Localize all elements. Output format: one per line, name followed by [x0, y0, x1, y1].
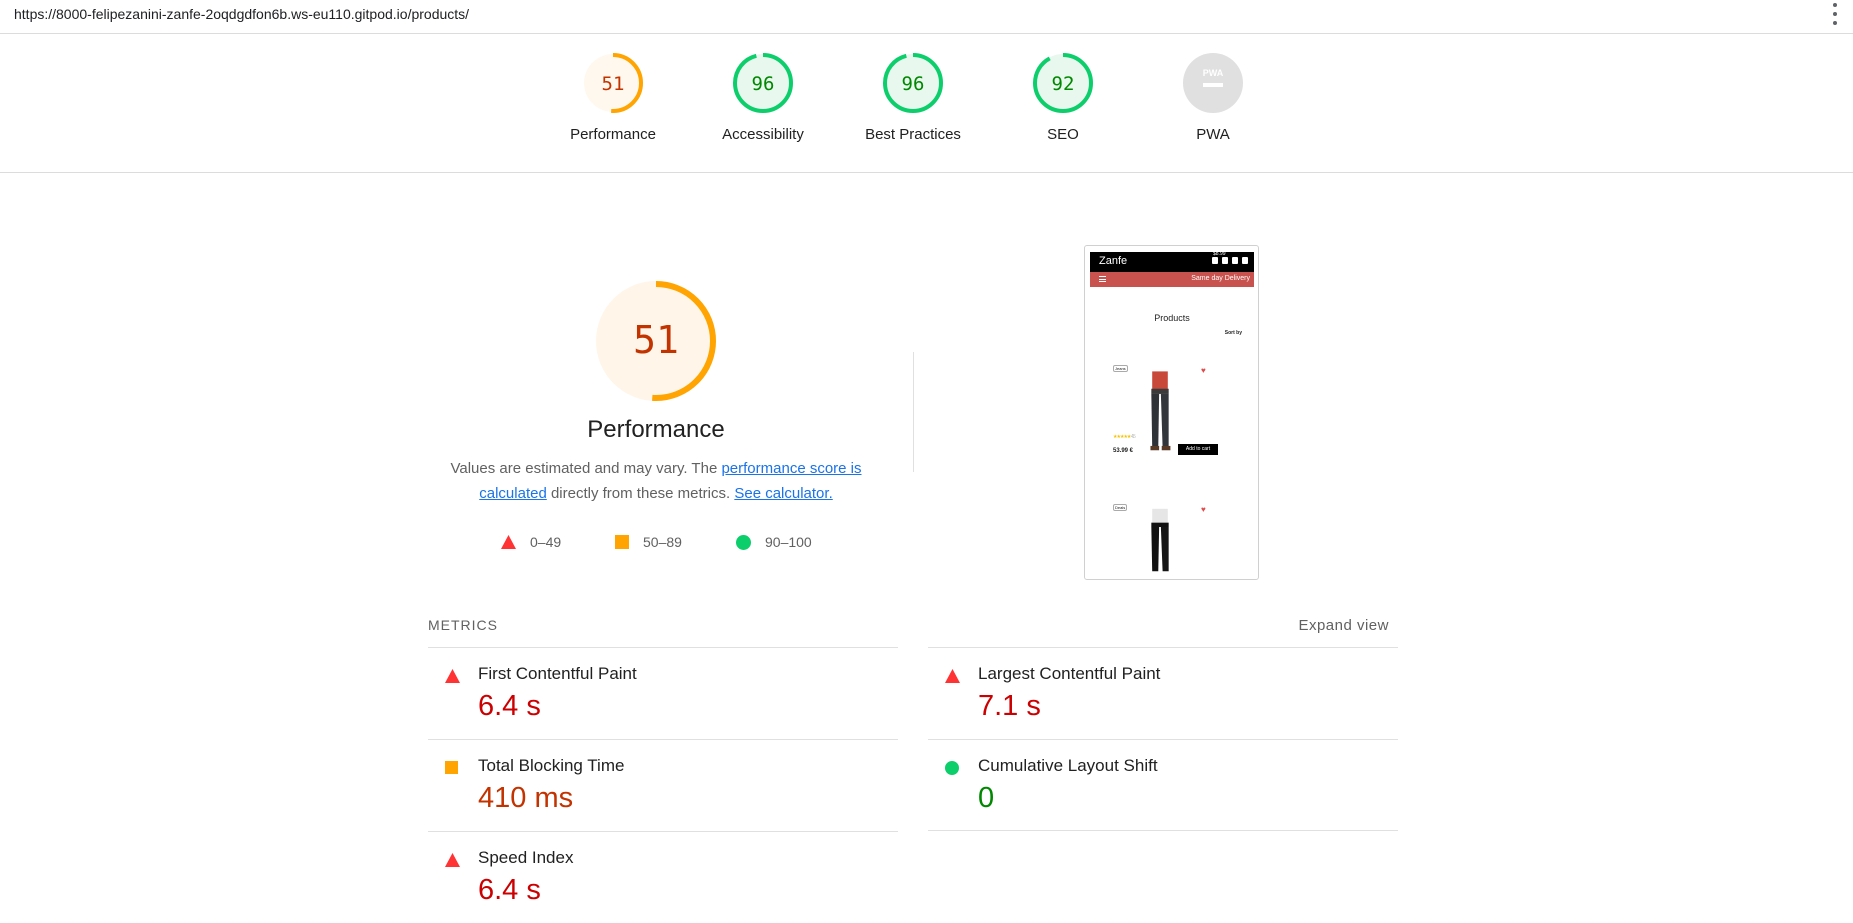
thumb-navbar: Zanfe $8.99 — [1090, 251, 1254, 272]
metric-total-blocking-time: Total Blocking Time 410 ms — [428, 739, 898, 831]
metric-name: Largest Contentful Paint — [978, 664, 1161, 683]
expand-view-toggle[interactable]: Expand view — [1298, 617, 1389, 634]
heart-icon: ♥ — [1201, 505, 1206, 514]
triangle-icon — [945, 669, 960, 683]
gauge-ring: 96 — [733, 53, 793, 113]
performance-title: Performance — [587, 416, 725, 443]
heart-icon: ♥ — [1201, 366, 1206, 375]
thumb-tag: Deals — [1113, 504, 1128, 511]
metric-name: First Contentful Paint — [478, 664, 637, 683]
metric-name: Cumulative Layout Shift — [978, 756, 1158, 775]
performance-score: 51 — [633, 318, 679, 362]
thumb-rating: ★★★★★ 4.5 — [1113, 434, 1136, 440]
triangle-icon — [445, 669, 460, 683]
gauge-label: PWA — [1196, 126, 1230, 143]
jeans-image — [1150, 371, 1171, 451]
legend-fail: 0–49 — [501, 532, 561, 552]
gauge-label: SEO — [1047, 126, 1079, 143]
performance-gauge: 51 — [596, 281, 716, 401]
gauge-accessibility[interactable]: 96 Accessibility — [698, 52, 828, 143]
square-icon — [445, 761, 458, 774]
gauge-best-practices[interactable]: 96 Best Practices — [848, 52, 978, 143]
metric-cumulative-layout-shift: Cumulative Layout Shift 0 — [928, 739, 1398, 831]
gauge-seo[interactable]: 92 SEO — [998, 52, 1128, 143]
more-options-icon[interactable] — [1831, 3, 1839, 25]
gauge-label: Performance — [570, 126, 656, 143]
circle-icon — [736, 534, 751, 550]
metric-speed-index: Speed Index 6.4 s — [428, 831, 898, 923]
metric-name: Total Blocking Time — [478, 756, 625, 775]
thumb-delivery-bar: Same day Delivery — [1090, 272, 1254, 287]
divider — [913, 352, 914, 472]
metric-value: 7.1 s — [978, 690, 1041, 722]
legend-pass: 90–100 — [736, 532, 812, 552]
gauge-label: Best Practices — [865, 126, 961, 143]
scores-header: 51 Performance 96 Accessibility 96 Best … — [0, 34, 1853, 173]
gauge-pwa[interactable]: PWA PWA — [1148, 52, 1278, 143]
performance-description: Values are estimated and may vary. The p… — [450, 460, 862, 502]
legend-average: 50–89 — [615, 532, 682, 552]
thumb-tag: Jeans — [1113, 365, 1128, 372]
svg-text:PWA: PWA — [1203, 68, 1224, 78]
metrics-title: METRICS — [428, 617, 498, 633]
url-bar: https://8000-felipezanini-zanfe-2oqdgdfo… — [0, 0, 1853, 34]
gauge-ring: 92 — [1033, 53, 1093, 113]
metrics-header: METRICS Expand view — [428, 617, 1400, 637]
gauge-label: Accessibility — [722, 126, 804, 143]
triangle-icon — [501, 535, 516, 549]
jeans-image — [1151, 508, 1169, 572]
metric-value: 0 — [978, 782, 995, 814]
thumb-price: 53.99 € — [1113, 448, 1134, 454]
gauge-ring: 51 — [583, 53, 643, 113]
metric-first-contentful-paint: First Contentful Paint 6.4 s — [428, 647, 898, 739]
gauge-performance[interactable]: 51 Performance — [548, 52, 678, 143]
gauge-ring: 96 — [883, 53, 943, 113]
metric-value: 6.4 s — [478, 874, 541, 906]
metric-value: 6.4 s — [478, 690, 541, 722]
gauge-score: 51 — [602, 73, 625, 95]
circle-icon — [945, 761, 959, 775]
metric-value: 410 ms — [478, 782, 574, 814]
thumb-heading: Products — [1154, 313, 1190, 323]
see-calculator-link[interactable]: See calculator. — [734, 485, 832, 502]
final-screenshot[interactable]: Zanfe $8.99 Same day Delivery Products S… — [1084, 245, 1259, 580]
thumb-add-to-cart: Add to cart — [1178, 444, 1218, 455]
square-icon — [615, 535, 629, 549]
pwa-badge-icon: PWA — [1183, 53, 1243, 113]
gauge-score: 96 — [752, 73, 775, 95]
triangle-icon — [445, 853, 460, 867]
metric-largest-contentful-paint: Largest Contentful Paint 7.1 s — [928, 647, 1398, 739]
gauge-score: 92 — [1052, 73, 1075, 95]
thumb-sort: Sort by — [1224, 330, 1242, 336]
gauge-score: 96 — [902, 73, 925, 95]
page-url[interactable]: https://8000-felipezanini-zanfe-2oqdgdfo… — [14, 6, 469, 22]
metric-name: Speed Index — [478, 848, 574, 867]
